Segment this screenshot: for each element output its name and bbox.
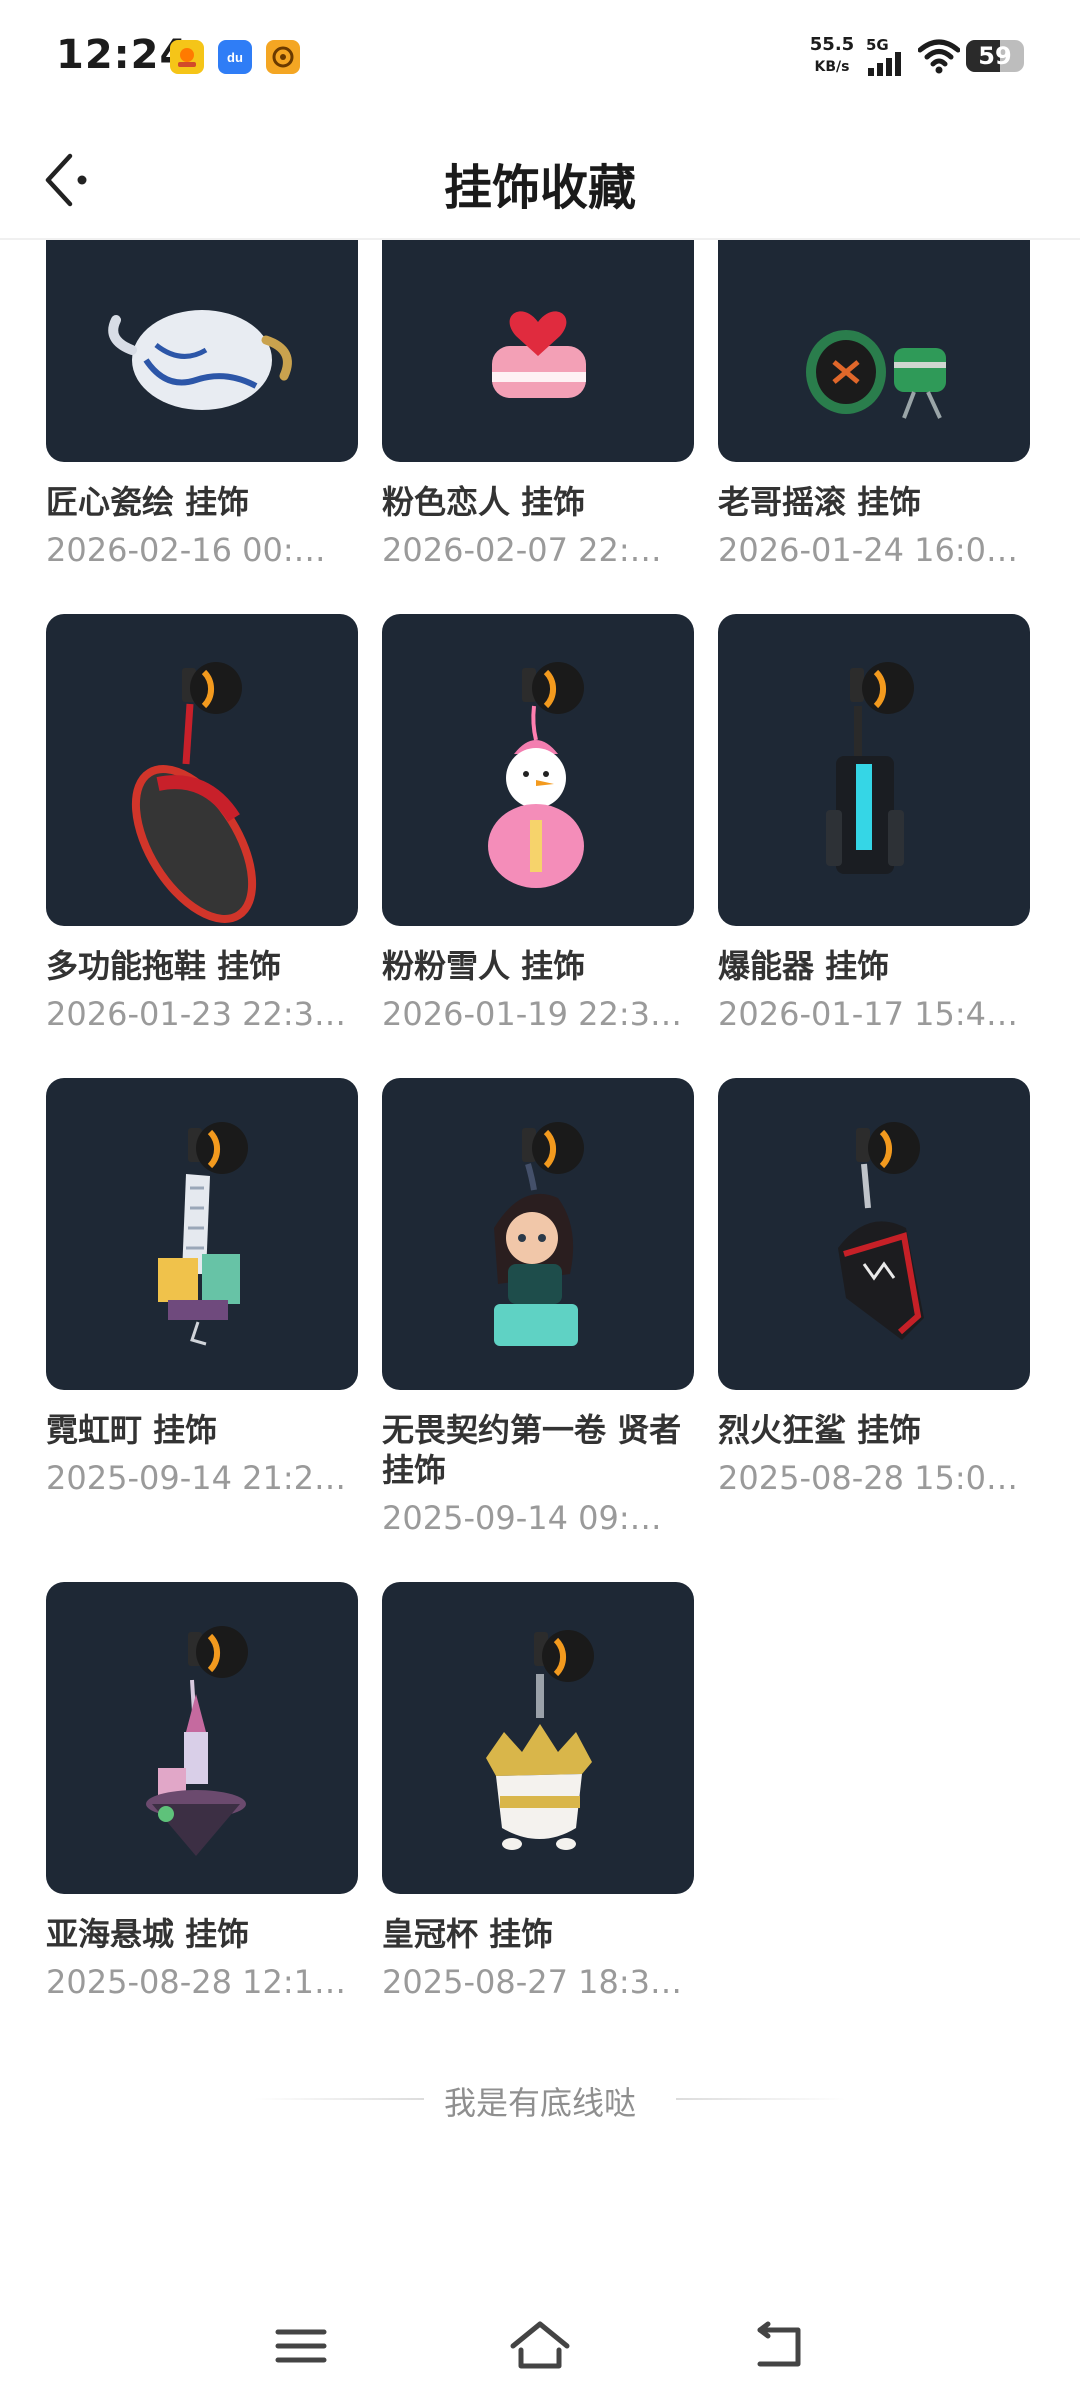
charm-name: 粉粉雪人 挂饰 [382, 947, 586, 985]
charm-date: 2026-01-23 22:3… [46, 995, 346, 1033]
network-speed-value: 55.5 [809, 34, 855, 55]
sage-charm-icon [494, 1122, 584, 1346]
page-title: 挂饰收藏 [443, 160, 636, 216]
charm-thumbnail[interactable] [382, 240, 694, 462]
teapot-charm-icon [108, 310, 292, 410]
charm-name: 无畏契约第一卷 贤者 挂饰 [382, 1411, 682, 1489]
charm-card[interactable]: 爆能器 挂饰 2026-01-17 15:4… [718, 614, 1030, 1034]
crown-cup-charm-icon [486, 1630, 594, 1850]
charm-name: 粉色恋人 挂饰 [382, 483, 586, 521]
charm-date: 2025-08-28 12:1… [46, 1963, 346, 2001]
charm-thumbnail[interactable] [46, 240, 358, 462]
charm-thumbnail[interactable] [46, 1078, 358, 1390]
charm-date: 2025-08-28 15:0… [718, 1459, 1018, 1497]
battery-percent: 59 [978, 42, 1012, 70]
charm-name: 亚海悬城 挂饰 [46, 1915, 250, 1953]
blaster-charm-icon [826, 662, 914, 874]
charm-name: 烈火狂鲨 挂饰 [718, 1411, 922, 1449]
notification-icons: du [170, 40, 300, 74]
cake-charm-icon [492, 311, 586, 398]
svg-text:du: du [227, 50, 243, 65]
divider-right [676, 2098, 846, 2100]
charm-card[interactable]: 老哥摇滚 挂饰 2026-01-24 16:0… [718, 240, 1030, 570]
charm-thumbnail[interactable] [718, 1078, 1030, 1390]
charm-name: 爆能器 挂饰 [718, 947, 890, 985]
charm-card[interactable]: 霓虹町 挂饰 2025-09-14 21:2… [46, 1078, 358, 1538]
top-app-bar: 挂饰收藏 [0, 120, 1080, 240]
drums-charm-icon [806, 330, 946, 419]
charm-name: 霓虹町 挂饰 [46, 1411, 218, 1449]
charm-card[interactable]: 匠心瓷绘 挂饰 2026-02-16 00:… [46, 240, 358, 570]
charm-name: 皇冠杯 挂饰 [382, 1915, 554, 1953]
charm-date: 2026-01-24 16:0… [718, 531, 1018, 569]
charm-collection-list[interactable]: 匠心瓷绘 挂饰 2026-02-16 00:… 粉色恋人 挂饰 2026-02-… [0, 240, 1080, 2170]
city-charm-icon [158, 1122, 248, 1346]
wifi-icon [918, 39, 960, 74]
charm-thumbnail[interactable] [46, 1582, 358, 1894]
charm-card[interactable]: 无畏契约第一卷 贤者 挂饰 2025-09-14 09:… [382, 1078, 694, 1538]
charm-card[interactable]: 烈火狂鲨 挂饰 2025-08-28 15:0… [718, 1078, 1030, 1538]
snowman-charm-icon [488, 662, 584, 888]
back-icon[interactable] [746, 2316, 816, 2376]
charm-date: 2026-02-07 22:… [382, 531, 662, 569]
charm-card[interactable]: 多功能拖鞋 挂饰 2026-01-23 22:3… [46, 614, 358, 1034]
charm-date: 2025-08-27 18:3… [382, 1963, 682, 2001]
clock: 12:24 [56, 32, 189, 78]
signal-icon [868, 52, 901, 76]
charm-date: 2025-09-14 09:… [382, 1499, 662, 1537]
charm-thumbnail[interactable] [382, 1078, 694, 1390]
slipper-charm-icon [131, 662, 257, 923]
charm-thumbnail[interactable] [718, 614, 1030, 926]
charm-thumbnail[interactable] [46, 614, 358, 926]
system-navigation-bar [0, 2300, 1080, 2400]
network-speed-unit: KB/s [814, 59, 850, 75]
app-yellow-icon [170, 40, 204, 74]
charm-name: 多功能拖鞋 挂饰 [46, 947, 282, 985]
charm-card[interactable]: 亚海悬城 挂饰 2025-08-28 12:1… [46, 1582, 358, 2002]
end-of-list-text: 我是有底线哒 [443, 2084, 636, 2122]
battery-icon: 59 [966, 40, 1024, 72]
end-of-list-marker: 我是有底线哒 [0, 2070, 1080, 2130]
charm-grid: 匠心瓷绘 挂饰 2026-02-16 00:… 粉色恋人 挂饰 2026-02-… [46, 240, 1036, 2002]
home-icon[interactable] [505, 2316, 575, 2376]
status-bar: 12:24 du 55.5 KB/s 5G 59 [0, 0, 1080, 120]
charm-date: 2025-09-14 21:2… [46, 1459, 346, 1497]
charm-name: 老哥摇滚 挂饰 [718, 483, 922, 521]
charm-date: 2026-01-19 22:3… [382, 995, 682, 1033]
charm-card[interactable]: 皇冠杯 挂饰 2025-08-27 18:3… [382, 1582, 694, 2002]
charm-date: 2026-01-17 15:4… [718, 995, 1018, 1033]
shark-charm-icon [838, 1122, 924, 1340]
charm-card[interactable]: 粉粉雪人 挂饰 2026-01-19 22:3… [382, 614, 694, 1034]
app-du-icon: du [218, 40, 252, 74]
menu-icon[interactable] [266, 2316, 336, 2376]
charm-card[interactable]: 粉色恋人 挂饰 2026-02-07 22:… [382, 240, 694, 570]
app-target-icon [266, 40, 300, 74]
charm-thumbnail[interactable] [382, 1582, 694, 1894]
charm-thumbnail[interactable] [718, 240, 1030, 462]
floating-castle-charm-icon [146, 1626, 248, 1856]
charm-thumbnail[interactable] [382, 614, 694, 926]
charm-date: 2026-02-16 00:… [46, 531, 326, 569]
charm-name: 匠心瓷绘 挂饰 [46, 483, 250, 521]
network-speed: 55.5 KB/s [800, 34, 864, 78]
